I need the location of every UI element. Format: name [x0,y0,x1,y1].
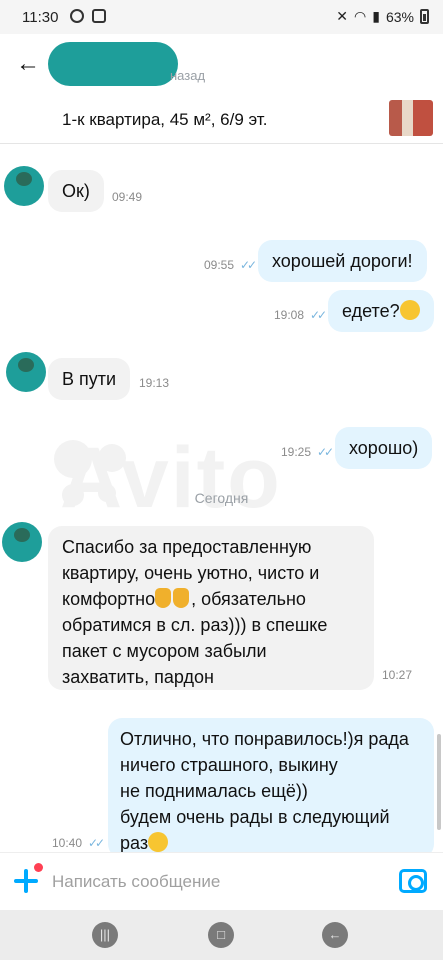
gallery-icon [92,9,106,23]
thumbs-up-emoji-icon [173,588,190,608]
message-line: Спасибо за предоставленную [62,537,312,557]
message-line-with-emoji: комфортно, обязательно [62,588,306,609]
message-line: квартиру, очень уютно, чисто и [62,563,320,583]
battery-percent: 63% [385,8,414,25]
message-composer [0,852,443,910]
message-line: пакет с мусором забыли [62,641,267,661]
back-arrow-icon[interactable]: ← [16,50,44,78]
home-icon[interactable]: □ [208,922,234,948]
contact-name-redacted[interactable] [48,42,178,86]
message-text: едете? [342,301,400,321]
chat-header: ← назад [0,34,443,96]
message-text: хорошо) [349,438,419,458]
message-list[interactable]: Avito Ок) 09:49 09:55 ✓✓ хорошей дороги!… [0,144,443,852]
signal-icon: ▮ [372,8,380,24]
message-bubble-outgoing[interactable]: хорошо) [335,427,433,469]
read-ticks-icon: ✓✓ [310,308,327,322]
message-input[interactable] [52,869,372,895]
smile-emoji-icon [399,300,420,320]
system-nav-bar: ||| □ ← [0,910,443,960]
listing-title: 1-к квартира, 45 м², 6/9 эт. [62,110,268,129]
message-text: Ок) [62,181,90,201]
message-time: 09:55 [204,258,235,272]
message-time: 10:27 [382,668,413,682]
smile-emoji-icon [148,832,169,852]
listing-thumbnail[interactable] [389,100,433,136]
message-line: захватить, пардон [62,667,214,687]
scrollbar[interactable] [437,734,441,830]
status-notification-icons [70,9,106,23]
day-separator: Сегодня [194,490,249,506]
recent-apps-icon[interactable]: ||| [92,922,118,948]
mute-icon: ✕ [336,8,349,24]
read-ticks-icon: ✓✓ [240,258,257,272]
message-bubble-incoming[interactable]: Ок) [48,170,104,212]
thumbs-up-emoji-icon [155,588,172,608]
message-text: В пути [62,369,117,389]
message-line-with-emoji: раз [120,830,422,852]
message-bubble-outgoing[interactable]: едете? [328,290,434,332]
message-text: хорошей дороги! [272,251,413,271]
message-bubble-incoming[interactable]: В пути [48,358,131,400]
avito-watermark: Avito [60,430,282,526]
camera-icon[interactable] [399,869,427,893]
message-time: 10:40 [52,836,83,850]
message-line: Отлично, что понравилось!)я рада [120,729,409,749]
message-bubble-outgoing[interactable]: хорошей дороги! [258,240,427,282]
message-time: 19:25 [281,445,312,459]
message-line: ничего страшного, выкину [120,755,338,775]
instagram-icon [70,9,84,23]
status-right: ✕ ◠ ▮ 63% [336,8,429,25]
read-ticks-icon: ✓✓ [317,445,334,459]
sender-avatar [2,522,42,562]
message-line: будем очень рады в следующий [120,807,390,827]
message-line: не поднималась ещё)) [120,781,308,801]
message-bubble-outgoing[interactable]: Отлично, что понравилось!)я рада ничего … [108,718,434,852]
message-line: обратимся в сл. раз))) в спешке [62,615,328,635]
message-bubble-incoming[interactable]: Спасибо за предоставленную квартиру, оче… [48,526,374,690]
battery-icon [420,9,429,24]
message-time: 19:13 [139,376,170,390]
notification-dot [34,863,43,872]
sender-avatar [4,166,44,206]
message-time: 19:08 [274,308,305,322]
back-nav-icon[interactable]: ← [322,922,348,948]
wifi-icon: ◠ [354,8,367,24]
status-time: 11:30 [22,9,59,26]
read-ticks-icon: ✓✓ [88,836,105,850]
sender-avatar [6,352,46,392]
message-time: 09:49 [112,190,143,204]
status-bar: 11:30 ✕ ◠ ▮ 63% [0,0,443,34]
contact-status: назад [170,68,206,83]
listing-card[interactable]: 1-к квартира, 45 м², 6/9 эт. [0,96,443,144]
